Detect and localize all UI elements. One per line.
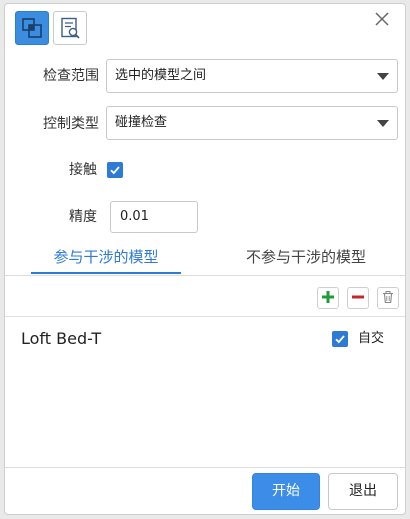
- list-divider: [5, 316, 405, 317]
- tab-interfering-models[interactable]: 参与干涉的模型: [31, 245, 181, 275]
- add-model-button[interactable]: [317, 287, 339, 309]
- start-button[interactable]: 开始: [252, 473, 320, 510]
- tab-non-interfering-models[interactable]: 不参与干涉的模型: [231, 245, 381, 275]
- self-intersect-label: 自交: [358, 331, 385, 346]
- inspection-report-icon: [58, 16, 82, 40]
- self-intersect-checkbox[interactable]: [332, 331, 348, 347]
- chevron-down-icon: [377, 120, 389, 127]
- trash-icon: [381, 289, 395, 308]
- control-type-label: 控制类型: [43, 116, 99, 132]
- contact-label: 接触: [69, 162, 97, 178]
- add-icon: [321, 289, 335, 308]
- active-tab-indicator: [31, 272, 181, 274]
- model-interference-tool-button[interactable]: [15, 11, 49, 45]
- model-interference-icon: [20, 16, 44, 40]
- remove-model-button[interactable]: [347, 287, 369, 309]
- scope-label: 检查范围: [43, 68, 99, 84]
- footer-divider: [5, 467, 405, 468]
- tab-divider: [5, 275, 405, 276]
- close-icon: [374, 11, 390, 31]
- precision-label: 精度: [69, 209, 97, 225]
- inspection-report-tool-button[interactable]: [53, 11, 87, 45]
- remove-icon: [351, 289, 365, 308]
- scope-select[interactable]: 选中的模型之间: [106, 59, 398, 93]
- exit-button[interactable]: 退出: [328, 473, 398, 510]
- clear-models-button[interactable]: [377, 287, 399, 309]
- checkmark-icon: [334, 330, 346, 349]
- contact-checkbox[interactable]: [107, 162, 123, 178]
- control-type-value: 碰撞检查: [115, 115, 168, 130]
- chevron-down-icon: [377, 73, 389, 80]
- control-type-select[interactable]: 碰撞检查: [106, 106, 398, 140]
- precision-input[interactable]: 0.01: [110, 201, 198, 233]
- scope-value: 选中的模型之间: [115, 68, 207, 83]
- model-name: Loft Bed-T: [21, 329, 102, 348]
- checkmark-icon: [109, 161, 121, 180]
- interference-check-panel: 检查范围 选中的模型之间 控制类型 碰撞检查 接触 精度 0.01 参与干涉的模…: [4, 3, 406, 515]
- close-button[interactable]: [371, 10, 393, 32]
